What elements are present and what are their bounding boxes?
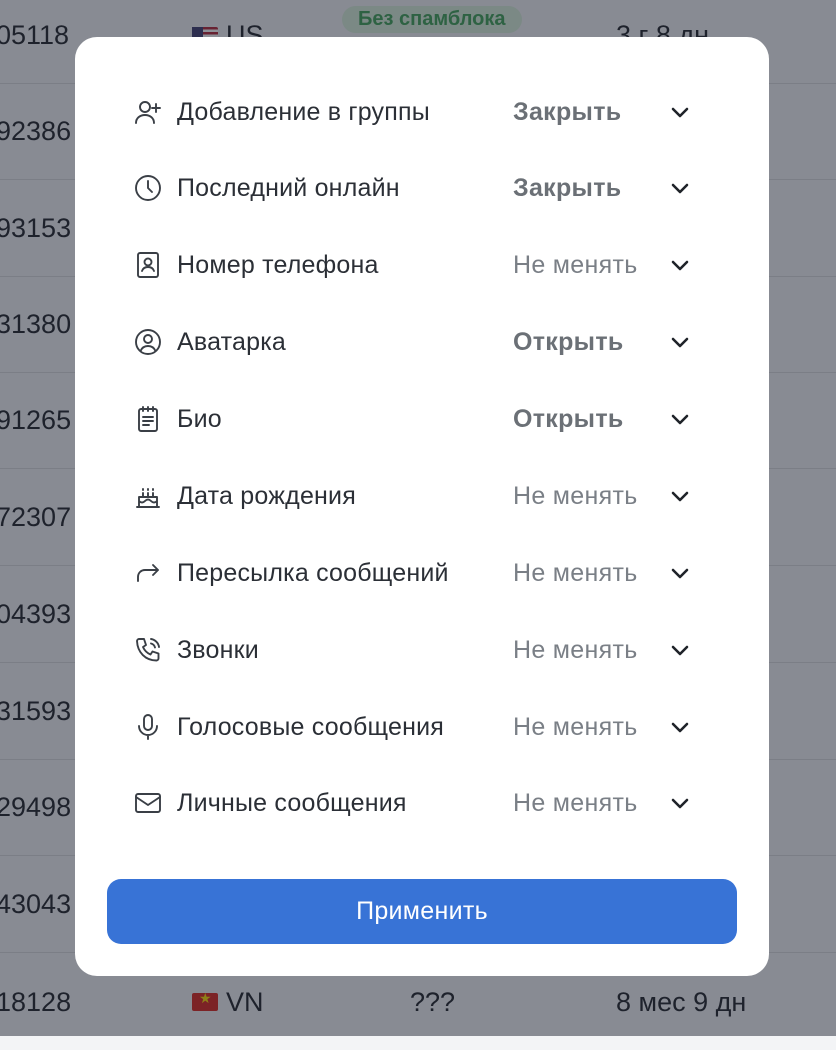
contact-book-icon bbox=[133, 250, 163, 280]
add-user-icon bbox=[133, 97, 163, 127]
setting-row-voice-messages: Голосовые сообщения Не менять bbox=[133, 702, 693, 752]
notepad-icon bbox=[133, 404, 163, 434]
microphone-icon bbox=[133, 712, 163, 742]
user-circle-icon bbox=[133, 327, 163, 357]
apply-button[interactable]: Применить bbox=[107, 879, 737, 944]
privacy-dropdown[interactable]: Открыть bbox=[513, 317, 693, 367]
privacy-dropdown[interactable]: Не менять bbox=[513, 548, 693, 598]
privacy-settings-modal: Добавление в группы Закрыть Последний он… bbox=[75, 37, 769, 976]
chevron-down-icon bbox=[667, 790, 693, 816]
chevron-down-icon bbox=[667, 483, 693, 509]
setting-row-birthday: Дата рождения Не менять bbox=[133, 471, 693, 521]
dropdown-value: Не менять bbox=[513, 712, 638, 741]
privacy-dropdown[interactable]: Не менять bbox=[513, 778, 693, 828]
privacy-dropdown[interactable]: Не менять bbox=[513, 625, 693, 675]
dropdown-value: Закрыть bbox=[513, 97, 622, 126]
privacy-dropdown[interactable]: Открыть bbox=[513, 394, 693, 444]
forward-arrow-icon bbox=[133, 558, 163, 588]
setting-row-calls: Звонки Не менять bbox=[133, 625, 693, 675]
envelope-icon bbox=[133, 788, 163, 818]
dropdown-value: Не менять bbox=[513, 250, 638, 279]
phone-call-icon bbox=[133, 635, 163, 665]
chevron-down-icon bbox=[667, 99, 693, 125]
chevron-down-icon bbox=[667, 560, 693, 586]
privacy-dropdown[interactable]: Не менять bbox=[513, 702, 693, 752]
dropdown-value: Не менять bbox=[513, 558, 638, 587]
setting-row-add-to-groups: Добавление в группы Закрыть bbox=[133, 87, 693, 137]
setting-row-forwarding: Пересылка сообщений Не менять bbox=[133, 548, 693, 598]
dropdown-value: Закрыть bbox=[513, 173, 622, 202]
privacy-dropdown[interactable]: Не менять bbox=[513, 240, 693, 290]
clock-icon bbox=[133, 173, 163, 203]
setting-row-last-online: Последний онлайн Закрыть bbox=[133, 163, 693, 213]
dropdown-value: Не менять bbox=[513, 635, 638, 664]
chevron-down-icon bbox=[667, 406, 693, 432]
dropdown-value: Открыть bbox=[513, 404, 624, 433]
setting-row-avatar: Аватарка Открыть bbox=[133, 317, 693, 367]
chevron-down-icon bbox=[667, 714, 693, 740]
setting-row-bio: Био Открыть bbox=[133, 394, 693, 444]
chevron-down-icon bbox=[667, 329, 693, 355]
setting-row-phone-number: Номер телефона Не менять bbox=[133, 240, 693, 290]
privacy-dropdown[interactable]: Закрыть bbox=[513, 87, 693, 137]
chevron-down-icon bbox=[667, 175, 693, 201]
cake-icon bbox=[133, 481, 163, 511]
setting-row-private-messages: Личные сообщения Не менять bbox=[133, 778, 693, 828]
dropdown-value: Не менять bbox=[513, 481, 638, 510]
chevron-down-icon bbox=[667, 252, 693, 278]
chevron-down-icon bbox=[667, 637, 693, 663]
dropdown-value: Открыть bbox=[513, 327, 624, 356]
dropdown-value: Не менять bbox=[513, 788, 638, 817]
privacy-dropdown[interactable]: Закрыть bbox=[513, 163, 693, 213]
privacy-dropdown[interactable]: Не менять bbox=[513, 471, 693, 521]
